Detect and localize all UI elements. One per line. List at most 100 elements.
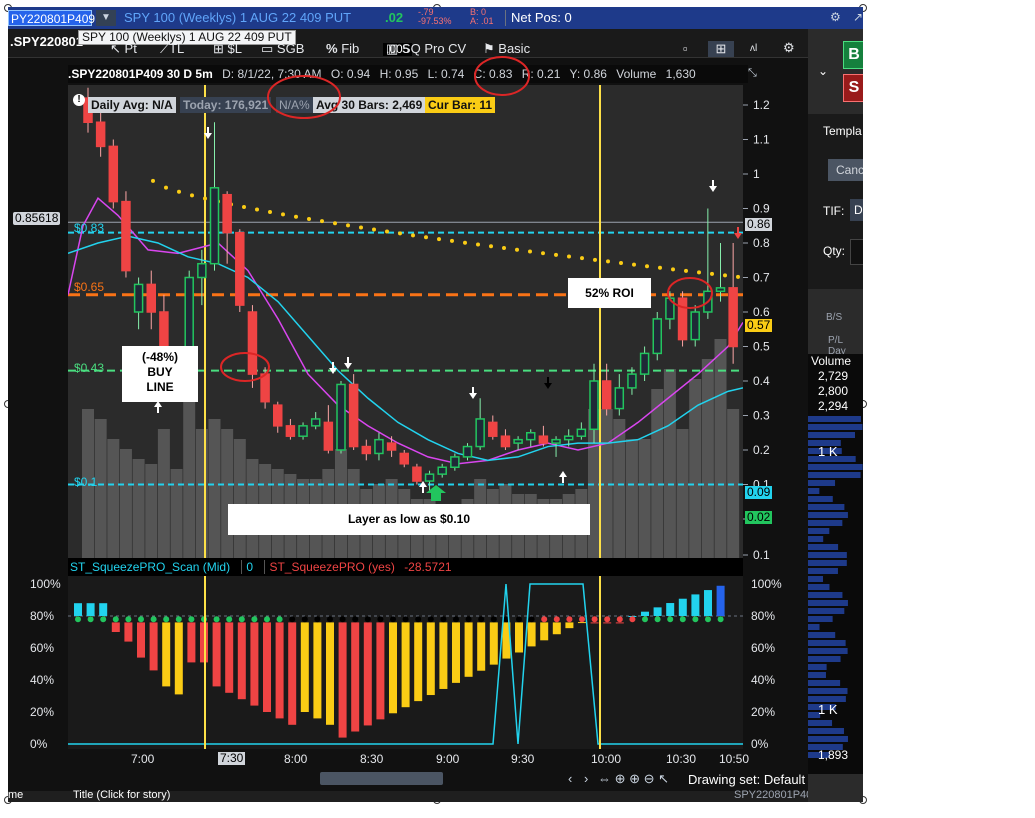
chart-settings-icon[interactable]: ⚙ (783, 40, 795, 56)
zoom-out-icon[interactable]: ⊖ (644, 771, 655, 786)
buy-button[interactable]: B (843, 41, 863, 69)
sq-pro-tool[interactable]: ▥ SQ Pro CV (386, 41, 466, 57)
grid-layout-button[interactable]: ⊞ (708, 41, 734, 57)
drawing-set[interactable]: Drawing set: Default (688, 772, 805, 787)
candle-body (538, 435, 549, 444)
cursor-icon[interactable]: ↖ (658, 771, 669, 786)
scroll-right-icon[interactable]: › (584, 771, 588, 786)
vwap-dot (164, 185, 168, 190)
squeeze-dot (667, 616, 674, 623)
volume-bar (107, 439, 120, 559)
price-tick-label: 0.6 (753, 305, 770, 319)
crosshair-icon[interactable]: ⊕ (615, 771, 626, 786)
price-level-label: $L (227, 41, 242, 56)
chart-header: .SPY220801P409 30 D 5m D: 8/1/22, 7:30 A… (68, 65, 748, 83)
vwap-dot (242, 205, 246, 210)
template-label: Templa (823, 124, 862, 138)
ladder-volume-bar (808, 472, 861, 478)
symbol-input[interactable]: PY220801P409 (8, 10, 95, 26)
time-tick-label: 8:00 (284, 752, 308, 766)
study-left-tick-label: 20% (30, 705, 54, 719)
maximize-button[interactable]: ▫ (683, 41, 688, 57)
buy-line-text-1: (-48%) (141, 350, 178, 364)
squeeze-dot (87, 616, 94, 623)
cancel-button[interactable]: Canc (828, 159, 863, 181)
compact-button[interactable]: ʌl (750, 41, 757, 57)
time-tick-label: 10:30 (666, 752, 696, 766)
squeeze-dot (289, 616, 296, 623)
ladder-volume-bar (808, 624, 820, 630)
squeeze-dot (553, 616, 560, 623)
symbol-description: SPY 100 (Weeklys) 1 AUG 22 409 PUT (124, 10, 384, 26)
study-left-tick-label: 0% (30, 737, 48, 749)
price-level-tool[interactable]: ⊞ $L (213, 41, 242, 57)
candle-body (310, 418, 321, 427)
volume-bar (183, 399, 196, 559)
sgb-tool[interactable]: ▭ SGB (261, 41, 304, 57)
time-axis[interactable]: 7:00 8:00 8:30 9:00 9:30 10:00 10:30 10:50 7:30 (68, 749, 808, 769)
qty-input[interactable] (850, 239, 863, 265)
zoom-in-icon[interactable]: ⊕ (629, 771, 640, 786)
candle-body (247, 311, 258, 375)
signal-arrow-head (709, 186, 717, 192)
candle-body (146, 283, 156, 313)
scroll-left-icon[interactable]: ‹ (568, 771, 572, 786)
squeeze-dot (402, 616, 409, 623)
candle-body (260, 373, 270, 403)
status-left[interactable]: me (8, 789, 23, 801)
squeeze-dot (642, 616, 648, 623)
volume-bar (714, 339, 727, 559)
expand-chevron-icon[interactable]: ⌄ (818, 64, 828, 78)
time-tick-label: 8:30 (360, 752, 384, 766)
collapse-icon[interactable]: ⤡ (748, 67, 757, 80)
trendline-tool[interactable]: ⟋TL (160, 41, 184, 57)
candle-body (298, 425, 308, 437)
cursor-price-badge: 0.85618 (13, 211, 61, 225)
price-axis[interactable]: 1.21.110.90.80.70.60.50.40.30.20.100.1 0… (743, 85, 808, 559)
drawing-toolbar: .SPY220801 SPY 100 (Weeklys) 1 AUG 22 40… (8, 29, 808, 58)
pointer-tool[interactable]: ↖ Pt (110, 41, 137, 57)
percent-icon: % (326, 41, 338, 56)
vwap-dot (255, 207, 259, 212)
buy-line-text-3: LINE (146, 380, 174, 394)
squeeze-histogram-bar (439, 622, 448, 689)
squeeze-histogram-bar (162, 622, 171, 687)
vwap-dot (632, 262, 636, 267)
basic-tool[interactable]: ⚑ Basic (483, 41, 530, 57)
alert-icon[interactable]: ! (73, 94, 85, 106)
symbol-dropdown-button[interactable]: ▼ (96, 10, 116, 26)
study-name-squeeze[interactable]: ST_SqueezePRO (yes) (264, 560, 395, 574)
sgb-label: SGB (276, 41, 305, 56)
squeeze-histogram-bar (237, 622, 246, 700)
price-chart[interactable]: ! Daily Avg: N/A Today: 176,921 N/A% Avg… (68, 85, 743, 559)
squeeze-histogram-bar (263, 622, 271, 712)
squeeze-histogram-bar (641, 611, 649, 616)
price-badge-057: 0.57 (745, 318, 773, 332)
study-name-scan[interactable]: ST_SqueezePRO_Scan (Mid) (70, 560, 230, 574)
vwap-dot (554, 252, 558, 257)
price-tick-label: 0.3 (753, 409, 770, 423)
price-badge-086: 0.86 (745, 217, 773, 231)
sell-button[interactable]: S (843, 74, 863, 102)
nav-controls[interactable]: ‹ › ⇔ ⊕ ⊕ ⊖ ↖ (568, 771, 669, 787)
squeeze-histogram-bar (666, 603, 675, 616)
study-left-tick-label: 60% (30, 641, 54, 655)
pan-icon[interactable]: ⇔ (598, 771, 611, 786)
study-left-tick-label: 80% (30, 609, 54, 623)
price-badge-002: 0.02 (745, 510, 773, 524)
vwap-dot (671, 267, 675, 272)
ladder-vol-3: 2,294 (818, 399, 849, 413)
candle-body (222, 193, 232, 234)
share-icon[interactable]: ↗ (853, 10, 863, 24)
squeeze-study-panel[interactable]: 100%80%60%40%20%0% (68, 559, 743, 749)
squeeze-dot (175, 616, 182, 623)
story-title[interactable]: Title (Click for story) (73, 789, 170, 801)
scrollbar-thumb[interactable] (320, 772, 443, 785)
squeeze-study-svg: 100%80%60%40%20%0% (68, 559, 743, 749)
settings-icon[interactable]: ⚙ (830, 10, 841, 24)
tif-select[interactable]: D (850, 199, 863, 221)
fib-tool[interactable]: % Fib (326, 41, 359, 57)
ladder-volume-header: Volume (811, 354, 852, 368)
ladder-volume-bar (808, 560, 847, 566)
tif-label: TIF: (823, 204, 845, 218)
